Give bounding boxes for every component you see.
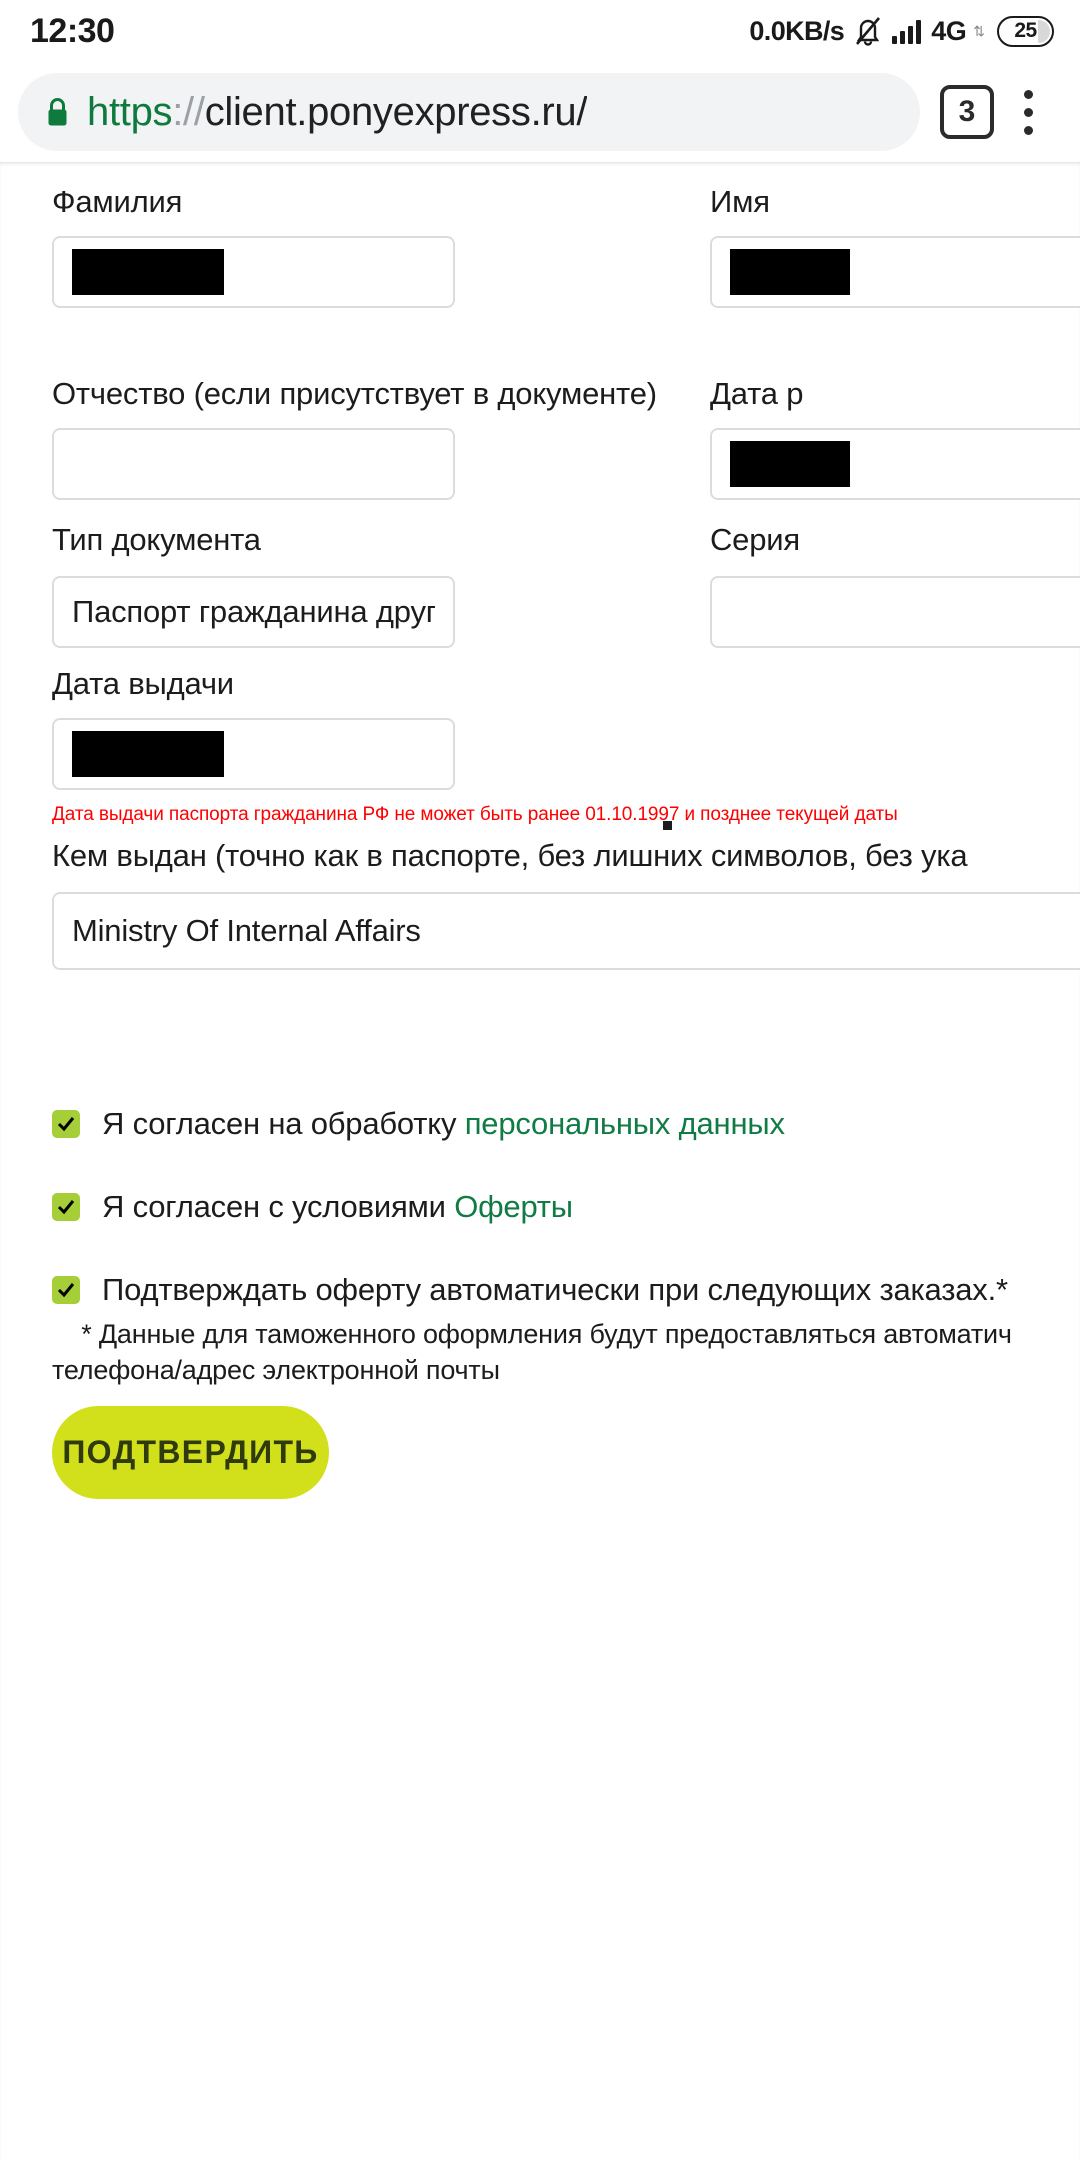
patronymic-input[interactable] bbox=[52, 428, 455, 500]
submit-button[interactable]: ПОДТВЕРДИТЬ bbox=[52, 1406, 329, 1499]
checkbox-row-personal-data[interactable]: Я согласен на обработку персональных дан… bbox=[52, 1106, 785, 1142]
redacted-value bbox=[730, 441, 850, 487]
network-type-label: 4G bbox=[931, 15, 967, 46]
url-scheme: https bbox=[87, 89, 173, 134]
checkbox-label-offer: Я согласен с условиями Оферты bbox=[102, 1189, 573, 1224]
bell-muted-icon bbox=[853, 15, 883, 47]
status-bar-indicators: 0.0KB/s 4G ⇅ 25 bbox=[749, 15, 1054, 47]
doctype-select[interactable]: Паспорт гражданина другог… bbox=[52, 576, 455, 648]
battery-level-label: 25 bbox=[1014, 19, 1037, 42]
checkbox-checked-icon[interactable] bbox=[52, 1193, 80, 1221]
redacted-value bbox=[730, 249, 850, 295]
doctype-label: Тип документа bbox=[52, 522, 261, 557]
issuedate-label: Дата выдачи bbox=[52, 666, 234, 701]
personal-data-link[interactable]: персональных данных bbox=[465, 1106, 785, 1141]
status-bar: 12:30 0.0KB/s 4G ⇅ 25 bbox=[0, 0, 1080, 62]
battery-indicator: 25 bbox=[997, 15, 1054, 47]
tab-count-label: 3 bbox=[958, 95, 976, 128]
issuedate-input[interactable] bbox=[52, 718, 455, 790]
customs-footnote: * Данные для таможенного оформления буду… bbox=[52, 1319, 1012, 1386]
tab-counter-button[interactable]: 3 bbox=[940, 85, 994, 139]
patronymic-label: Отчество (если присутствует в документе) bbox=[52, 376, 657, 411]
checkbox-checked-icon[interactable] bbox=[52, 1276, 80, 1304]
url-bar[interactable]: https://client.ponyexpress.ru/ bbox=[18, 73, 920, 151]
surname-input[interactable] bbox=[52, 236, 455, 308]
browser-toolbar: https://client.ponyexpress.ru/ 3 bbox=[0, 62, 1080, 162]
webpage-viewport: Фамилия Имя Отчество (если присутствует … bbox=[0, 162, 1080, 2160]
issuedby-input[interactable]: Ministry Of Internal Affairs bbox=[52, 892, 1080, 970]
redacted-value bbox=[72, 249, 224, 295]
issuedby-label: Кем выдан (точно как в паспорте, без лиш… bbox=[52, 838, 968, 873]
redacted-value bbox=[72, 731, 224, 777]
checkbox-label-auto-offer: Подтверждать оферту автоматически при сл… bbox=[102, 1272, 1008, 1307]
signal-bars-icon bbox=[892, 18, 922, 44]
issuedate-error: Дата выдачи паспорта гражданина РФ не мо… bbox=[52, 804, 898, 825]
status-bar-clock: 12:30 bbox=[30, 11, 115, 50]
firstname-input[interactable] bbox=[710, 236, 1080, 308]
surname-label: Фамилия bbox=[52, 184, 183, 219]
kebab-menu-icon[interactable] bbox=[998, 76, 1058, 148]
firstname-label: Имя bbox=[710, 184, 770, 219]
lock-icon[interactable] bbox=[44, 96, 71, 128]
network-speed-label: 0.0KB/s bbox=[749, 15, 845, 46]
url-text[interactable]: https://client.ponyexpress.ru/ bbox=[87, 90, 587, 135]
checkbox-label-personal-data: Я согласен на обработку персональных дан… bbox=[102, 1106, 785, 1141]
data-arrows-icon: ⇅ bbox=[973, 23, 985, 39]
url-separator: :// bbox=[172, 89, 205, 134]
series-input[interactable] bbox=[710, 576, 1080, 648]
checkbox-row-offer[interactable]: Я согласен с условиями Оферты bbox=[52, 1189, 573, 1225]
offer-link[interactable]: Оферты bbox=[454, 1189, 573, 1224]
url-host: client.ponyexpress.ru/ bbox=[204, 89, 588, 134]
series-label: Серия bbox=[710, 522, 800, 557]
checkbox-row-auto-offer[interactable]: Подтверждать оферту автоматически при сл… bbox=[52, 1272, 1008, 1308]
checkbox-checked-icon[interactable] bbox=[52, 1110, 80, 1138]
birthdate-input[interactable] bbox=[710, 428, 1080, 500]
birthdate-label: Дата р bbox=[710, 376, 804, 411]
